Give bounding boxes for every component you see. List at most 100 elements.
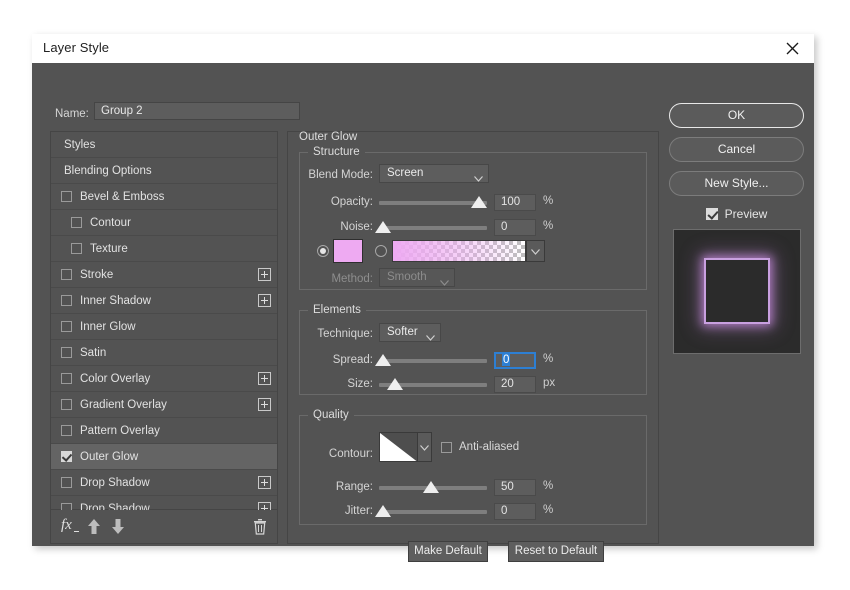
preview-toggle[interactable]: Preview bbox=[669, 205, 804, 223]
style-list-item[interactable]: Texture bbox=[51, 236, 277, 262]
jitter-slider-track[interactable] bbox=[379, 510, 487, 514]
style-enable-checkbox[interactable] bbox=[61, 269, 72, 280]
noise-slider-thumb[interactable] bbox=[375, 221, 391, 233]
new-style-button[interactable]: New Style... bbox=[669, 171, 804, 196]
style-list-item[interactable]: Stroke bbox=[51, 262, 277, 288]
range-input[interactable]: 50 bbox=[494, 479, 536, 496]
style-list-item-label: Blending Options bbox=[64, 164, 152, 177]
spread-value: 0 bbox=[502, 354, 511, 366]
opacity-input[interactable]: 100 bbox=[494, 194, 536, 211]
size-label: Size: bbox=[347, 378, 373, 390]
size-unit: px bbox=[543, 377, 556, 389]
elements-legend: Elements bbox=[308, 304, 366, 316]
quality-group: Quality Contour: Anti-aliased Range: 50 … bbox=[299, 409, 647, 525]
jitter-label: Jitter: bbox=[344, 505, 373, 517]
spread-slider-thumb[interactable] bbox=[375, 354, 391, 366]
size-slider-thumb[interactable] bbox=[387, 378, 403, 390]
style-enable-checkbox[interactable] bbox=[61, 425, 72, 436]
style-list-item[interactable]: Blending Options bbox=[51, 158, 277, 184]
screen: Layer Style Name: Styles Blending Options… bbox=[0, 0, 850, 590]
add-effect-icon[interactable] bbox=[258, 268, 271, 281]
chevron-down-icon bbox=[474, 171, 483, 188]
technique-label: Technique: bbox=[317, 328, 373, 340]
range-label: Range: bbox=[335, 481, 373, 493]
chevron-down-icon bbox=[440, 275, 449, 292]
style-list-item[interactable]: Styles bbox=[51, 132, 277, 158]
jitter-unit: % bbox=[543, 504, 554, 516]
technique-select[interactable]: Softer bbox=[379, 323, 441, 342]
preview-thumbnail bbox=[673, 229, 801, 354]
method-label: Method: bbox=[331, 273, 373, 285]
fill-gradient-radio[interactable] bbox=[375, 245, 387, 257]
blend-mode-select[interactable]: Screen bbox=[379, 164, 489, 183]
style-enable-checkbox[interactable] bbox=[61, 295, 72, 306]
glow-gradient-swatch[interactable] bbox=[392, 240, 526, 262]
close-icon[interactable] bbox=[770, 34, 814, 63]
arrow-up-icon[interactable] bbox=[87, 519, 101, 534]
style-list-item[interactable]: Outer Glow bbox=[51, 444, 277, 470]
styles-list: Styles Blending Options Bevel & Emboss Cont… bbox=[50, 131, 278, 522]
spread-label: Spread: bbox=[332, 354, 373, 366]
arrow-down-icon[interactable] bbox=[111, 519, 125, 534]
style-list-item-label: Satin bbox=[80, 346, 107, 359]
glow-color-swatch[interactable] bbox=[333, 239, 363, 263]
spread-slider-track[interactable] bbox=[379, 359, 487, 363]
contour-dropdown-button[interactable] bbox=[417, 432, 432, 462]
fill-color-radio[interactable] bbox=[317, 245, 329, 257]
styles-toolbar: fx bbox=[50, 510, 278, 544]
gradient-dropdown-button[interactable] bbox=[526, 240, 545, 262]
style-list-item[interactable]: Inner Shadow bbox=[51, 288, 277, 314]
structure-legend: Structure bbox=[308, 146, 365, 158]
fx-icon[interactable]: fx bbox=[61, 517, 79, 534]
style-enable-checkbox[interactable] bbox=[61, 321, 72, 332]
style-enable-checkbox[interactable] bbox=[71, 217, 82, 228]
name-input[interactable] bbox=[94, 102, 300, 120]
style-list-item-label: Inner Glow bbox=[80, 320, 136, 333]
style-enable-checkbox[interactable] bbox=[61, 191, 72, 202]
style-list-item[interactable]: Pattern Overlay bbox=[51, 418, 277, 444]
add-effect-icon[interactable] bbox=[258, 294, 271, 307]
style-enable-checkbox[interactable] bbox=[61, 451, 72, 462]
style-enable-checkbox[interactable] bbox=[61, 399, 72, 410]
spread-input[interactable]: 0 bbox=[494, 352, 536, 369]
style-enable-checkbox[interactable] bbox=[61, 373, 72, 384]
preview-label: Preview bbox=[724, 207, 768, 221]
reset-to-default-button[interactable]: Reset to Default bbox=[508, 541, 604, 562]
style-list-item[interactable]: Gradient Overlay bbox=[51, 392, 277, 418]
style-enable-checkbox[interactable] bbox=[61, 347, 72, 358]
method-value: Smooth bbox=[387, 271, 427, 283]
style-list-item-label: Inner Shadow bbox=[80, 294, 151, 307]
style-list-item[interactable]: Inner Glow bbox=[51, 314, 277, 340]
add-effect-icon[interactable] bbox=[258, 372, 271, 385]
cancel-button[interactable]: Cancel bbox=[669, 137, 804, 162]
opacity-slider-thumb[interactable] bbox=[471, 196, 487, 208]
make-default-button[interactable]: Make Default bbox=[408, 541, 488, 562]
add-effect-icon[interactable] bbox=[258, 398, 271, 411]
trash-icon[interactable] bbox=[253, 518, 267, 535]
dialog-titlebar: Layer Style bbox=[32, 34, 814, 64]
add-effect-icon[interactable] bbox=[258, 476, 271, 489]
style-list-item-label: Color Overlay bbox=[80, 372, 151, 385]
style-list-item[interactable]: Drop Shadow bbox=[51, 470, 277, 496]
preview-checkbox[interactable] bbox=[705, 208, 718, 220]
style-list-item[interactable]: Bevel & Emboss bbox=[51, 184, 277, 210]
style-list-item-label: Bevel & Emboss bbox=[80, 190, 165, 203]
noise-input[interactable]: 0 bbox=[494, 219, 536, 236]
noise-slider-track[interactable] bbox=[379, 226, 487, 230]
range-slider-thumb[interactable] bbox=[423, 481, 439, 493]
style-enable-checkbox[interactable] bbox=[61, 477, 72, 488]
jitter-slider-thumb[interactable] bbox=[375, 505, 391, 517]
jitter-input[interactable]: 0 bbox=[494, 503, 536, 520]
style-enable-checkbox[interactable] bbox=[71, 243, 82, 254]
ok-button[interactable]: OK bbox=[669, 103, 804, 128]
dialog-body: Name: Styles Blending Options Bevel & Embo… bbox=[32, 63, 814, 562]
size-input[interactable]: 20 bbox=[494, 376, 536, 393]
method-select[interactable]: Smooth bbox=[379, 268, 455, 287]
contour-preview[interactable] bbox=[379, 432, 418, 462]
style-list-item[interactable]: Contour bbox=[51, 210, 277, 236]
preview-glow-square bbox=[704, 258, 770, 324]
anti-aliased-checkbox[interactable] bbox=[441, 442, 452, 453]
style-list-item-label: Pattern Overlay bbox=[80, 424, 160, 437]
style-list-item[interactable]: Satin bbox=[51, 340, 277, 366]
style-list-item[interactable]: Color Overlay bbox=[51, 366, 277, 392]
